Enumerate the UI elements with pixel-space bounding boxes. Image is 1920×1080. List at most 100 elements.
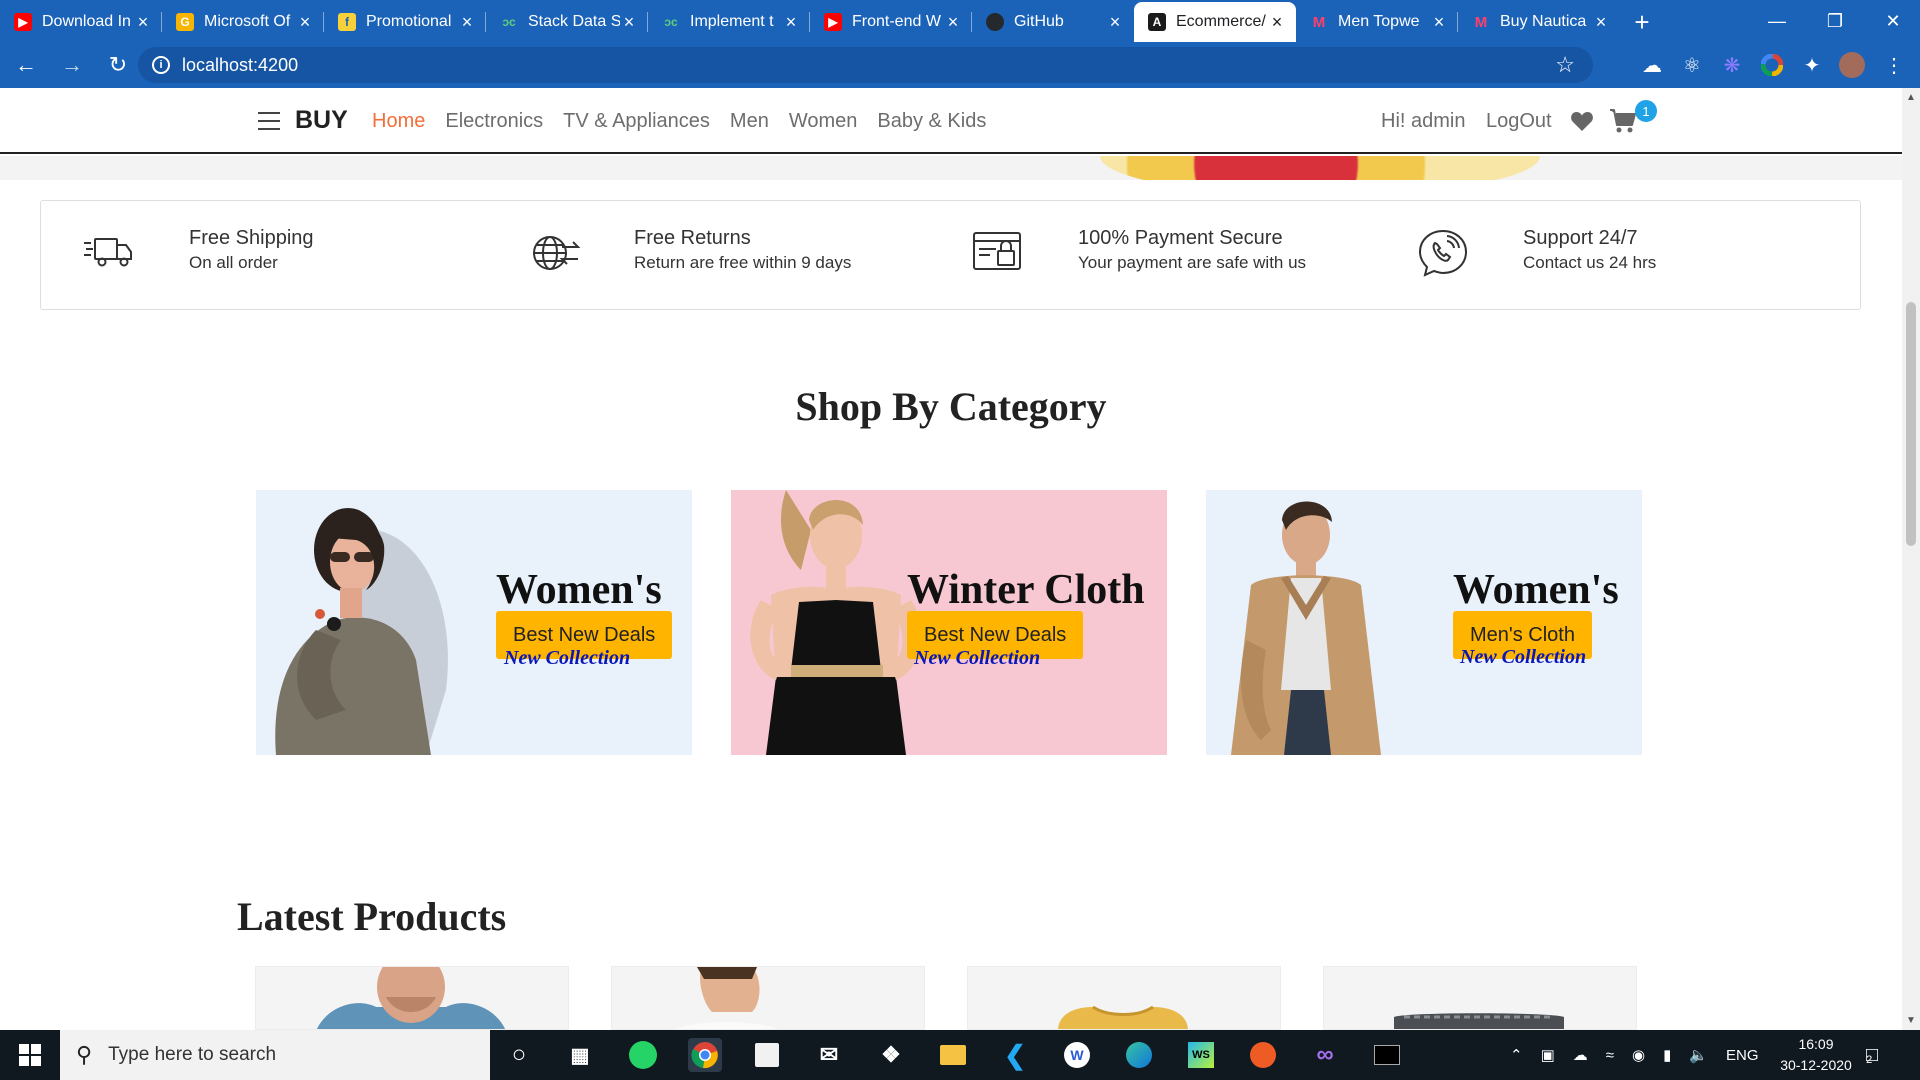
close-icon[interactable]: × [1106,13,1124,31]
tab-title: Ecommerce/ [1176,13,1266,30]
category-card-winter-cloth[interactable]: Winter Cloth Best New Deals New Collecti… [731,490,1167,755]
close-icon[interactable]: × [620,13,638,31]
close-icon[interactable]: × [458,13,476,31]
nav-home[interactable]: Home [372,110,425,133]
terminal-icon[interactable] [1370,1038,1404,1072]
vscode-icon[interactable]: ❮ [998,1038,1032,1072]
youtube-icon: ▶ [824,13,842,31]
show-hidden-icons-chevron-icon[interactable]: ⌃ [1510,1046,1523,1064]
close-icon[interactable]: × [296,13,314,31]
tab-title: GitHub [1014,13,1064,30]
browser-tab[interactable]: ▶ Download In × [0,2,162,42]
meet-now-icon[interactable]: ▣ [1541,1046,1555,1064]
restore-icon[interactable]: ❐ [1806,0,1864,42]
profile-avatar[interactable] [1836,49,1868,81]
webstorm-icon[interactable]: WS [1184,1038,1218,1072]
browser-tab[interactable]: ▶ Front-end W × [810,2,972,42]
bookmark-star-icon[interactable]: ☆ [1555,52,1575,78]
category-card-mens-cloth[interactable]: Women's Men's Cloth New Collection [1206,490,1642,755]
new-tab-plus-icon[interactable]: + [1620,2,1664,42]
page-scrollbar[interactable]: ▲ ▼ [1902,88,1920,1030]
browser-tab[interactable]: ↄc Stack Data S × [486,2,648,42]
forward-arrow-icon[interactable]: → [52,45,92,85]
battery-icon[interactable]: ▮ [1663,1046,1671,1064]
nav-baby-kids[interactable]: Baby & Kids [877,110,986,133]
tab-title: Front-end W [852,13,941,30]
close-icon[interactable]: × [944,13,962,31]
mail-icon[interactable]: ✉ [812,1038,846,1072]
taskbar-clock[interactable]: 16:09 30-12-2020 [1776,1034,1856,1076]
close-icon[interactable]: × [1592,13,1610,31]
product-card[interactable] [255,966,569,1030]
product-card[interactable] [1323,966,1637,1030]
feature-title: Support 24/7 [1523,227,1638,249]
hamburger-menu-icon[interactable] [258,112,280,130]
site-logo[interactable]: BUY [295,106,348,135]
logout-link[interactable]: LogOut [1486,110,1552,133]
windows-start-icon[interactable] [0,1030,60,1080]
latest-products-title: Latest Products [237,894,507,939]
product-card[interactable] [967,966,1281,1030]
close-icon[interactable]: × [1430,13,1448,31]
close-window-icon[interactable]: ✕ [1864,0,1920,42]
heart-icon[interactable] [1570,110,1594,132]
close-icon[interactable]: × [1268,13,1286,31]
visual-studio-icon[interactable]: ∞ [1308,1038,1342,1072]
nav-electronics[interactable]: Electronics [445,110,543,133]
product-card[interactable] [611,966,925,1030]
product-image [317,967,505,1029]
notification-center-icon[interactable]: □ 2 [1866,1030,1878,1080]
browser-tab[interactable]: M Buy Nautica × [1458,2,1620,42]
back-arrow-icon[interactable]: ← [6,45,46,85]
extension-react-icon[interactable]: ⚛ [1676,49,1708,81]
browser-tab[interactable]: GitHub × [972,2,1134,42]
menu-kebab-icon[interactable]: ⋮ [1878,49,1910,81]
extension-cloud-icon[interactable]: ☁ [1636,49,1668,81]
cart-icon[interactable] [1609,108,1637,134]
volume-icon[interactable]: 🔈 [1689,1046,1708,1064]
cortana-icon[interactable]: ○ [502,1038,536,1072]
microsoft-store-icon[interactable] [750,1038,784,1072]
close-icon[interactable]: × [782,13,800,31]
feature-free-shipping: Free Shipping On all order [81,225,314,281]
site-info-icon[interactable]: i [152,56,170,74]
feature-subtitle: Your payment are safe with us [1078,253,1307,272]
dropbox-icon[interactable]: ❖ [874,1038,908,1072]
browser-tab[interactable]: ↄc Implement t × [648,2,810,42]
scrollbar-thumb[interactable] [1906,302,1916,546]
browser-tab[interactable]: G Microsoft Of × [162,2,324,42]
feature-title: Free Shipping [189,227,314,249]
whatsapp-icon[interactable] [626,1038,660,1072]
language-indicator[interactable]: ENG [1726,1047,1759,1064]
scroll-down-arrow-icon[interactable]: ▼ [1906,1015,1916,1026]
antivirus-icon[interactable]: ◉ [1632,1046,1645,1064]
task-view-icon[interactable]: ▦ [563,1038,597,1072]
address-bar[interactable]: i localhost:4200 ☆ [138,47,1593,83]
browser-tab[interactable]: f Promotional × [324,2,486,42]
onedrive-cloud-icon[interactable]: ☁ [1573,1046,1588,1064]
tab-title: Stack Data S [528,13,620,30]
wifi-icon[interactable]: ≈ [1606,1047,1614,1064]
nav-men[interactable]: Men [730,110,769,133]
category-card-womens[interactable]: Women's Best New Deals New Collection [256,490,692,755]
chrome-icon[interactable] [688,1038,722,1072]
tab-title: Buy Nautica [1500,13,1587,30]
minimize-icon[interactable]: — [1748,0,1806,42]
browser-tab[interactable]: M Men Topwe × [1296,2,1458,42]
scroll-up-arrow-icon[interactable]: ▲ [1906,92,1916,103]
browser-tab-active[interactable]: A Ecommerce/ × [1134,2,1296,42]
edge-icon[interactable] [1122,1038,1156,1072]
extension-color-wheel-icon[interactable] [1756,49,1788,81]
file-explorer-icon[interactable] [936,1038,970,1072]
extensions-puzzle-icon[interactable]: ✦ [1796,49,1828,81]
nav-tv-appliances[interactable]: TV & Appliances [563,110,710,133]
close-icon[interactable]: × [134,13,152,31]
writer-app-icon[interactable]: W [1060,1038,1094,1072]
reload-icon[interactable]: ↻ [98,45,138,85]
windows-taskbar: ⚲ Type here to search ○ ▦ ✉ ❖ ❮ W WS ∞ ⌃… [0,1030,1920,1080]
extension-gear-icon[interactable]: ❋ [1716,49,1748,81]
nav-women[interactable]: Women [789,110,858,133]
taskbar-search-input[interactable]: ⚲ Type here to search [60,1030,490,1080]
search-placeholder: Type here to search [108,1044,277,1065]
postman-icon[interactable] [1246,1038,1280,1072]
